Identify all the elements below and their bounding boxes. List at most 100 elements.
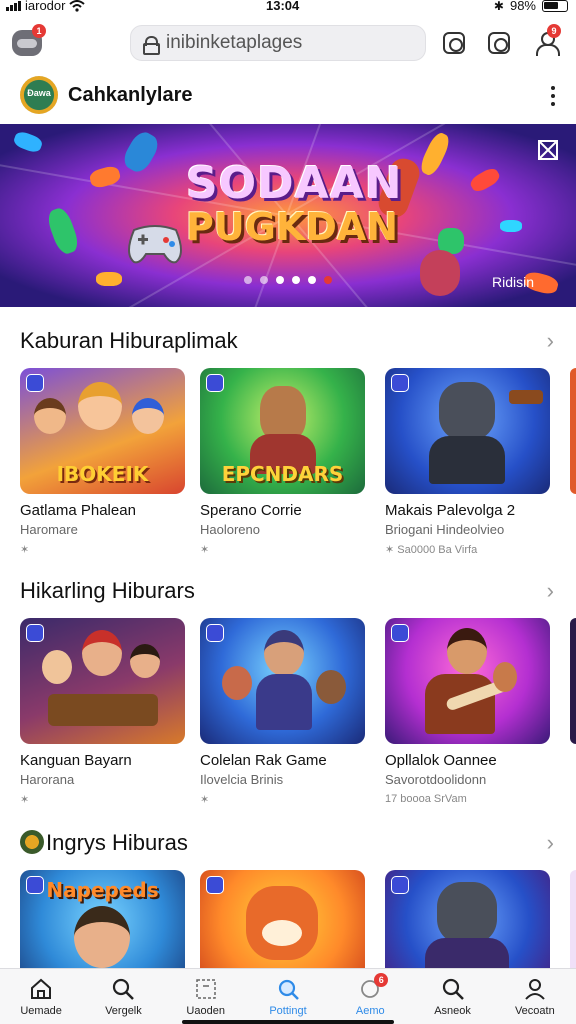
camera-button[interactable]: [486, 30, 512, 56]
notification-badge: 1: [32, 24, 46, 38]
game-thumbnail: [385, 870, 550, 968]
banner-title: SODAAN PUGKDAN: [186, 162, 402, 249]
hero-banner[interactable]: SODAAN PUGKDAN Ridisin: [0, 124, 576, 307]
game-card[interactable]: Kanguan Bayarn Harorana ✶: [20, 618, 185, 806]
profile-badge: 9: [547, 24, 561, 38]
game-thumbnail: [200, 870, 365, 968]
tag-icon: [391, 374, 409, 392]
search-bar[interactable]: [130, 25, 426, 61]
gamepad-app-icon[interactable]: 1: [12, 24, 46, 56]
next-card-peek[interactable]: [570, 618, 576, 744]
scan-button[interactable]: [441, 30, 467, 56]
nav-item-account[interactable]: Asneok: [411, 969, 493, 1024]
nav-label: Aemo: [355, 1005, 385, 1017]
nav-item-profile[interactable]: Vecoatn: [494, 969, 576, 1024]
tag-icon: [391, 624, 409, 642]
nav-label: Uemade: [20, 1005, 62, 1017]
search-active-icon: [278, 979, 299, 1000]
chevron-right-icon[interactable]: ›: [547, 328, 554, 354]
card-title: Kanguan Bayarn: [20, 752, 132, 769]
bookmark-close-icon[interactable]: [538, 140, 558, 160]
nav-item-home[interactable]: Uemade: [0, 969, 82, 1024]
profile-button[interactable]: 9: [533, 24, 561, 56]
card-title: Makais Palevolga 2: [385, 502, 516, 519]
tag-icon: [26, 374, 44, 392]
card-subtitle: Haoloreno: [200, 522, 260, 537]
next-card-peek[interactable]: [570, 368, 576, 494]
nav-label: Vergelk: [105, 1005, 142, 1017]
nav-item-active[interactable]: Pottingt: [247, 969, 329, 1024]
game-thumbnail: [200, 618, 365, 744]
banner-title-line2: PUGKDAN: [186, 205, 399, 249]
camera-icon: [488, 32, 510, 54]
signal-icon: [6, 0, 21, 11]
card-subtitle: Harorana: [20, 772, 75, 787]
game-card[interactable]: [385, 870, 550, 968]
thumbnail-title: IBOKEIK: [56, 462, 149, 486]
bluetooth-icon: ✱: [493, 0, 504, 13]
game-thumbnail: Napepeds: [20, 870, 185, 968]
section-title: Kaburan Hiburaplimak: [20, 328, 238, 353]
game-thumbnail: EPCNDARS: [200, 368, 365, 494]
game-card[interactable]: Opllalok Oannee Savorotdoolidonn 17 booo…: [385, 618, 550, 805]
game-emblem-icon: [20, 830, 44, 854]
nav-label: Uaoden: [186, 1005, 225, 1017]
store-logo[interactable]: Đawa: [20, 76, 58, 114]
game-card[interactable]: Napepeds: [20, 870, 185, 968]
battery-icon: [542, 0, 568, 12]
game-card[interactable]: IBOKEIK Gatlama Phalean Haromare ✶: [20, 368, 185, 556]
section-2: Hikarling Hiburars › Kanguan Bayarn Haro…: [0, 570, 576, 810]
bottom-nav: Uemade Vergelk Uaoden Pottingt 6 Aemo As…: [0, 968, 576, 1024]
carousel-dots[interactable]: [244, 276, 332, 284]
card-subtitle: Savorotdoolidonn: [385, 772, 487, 787]
tag-icon: [206, 624, 224, 642]
game-card[interactable]: Makais Palevolga 2 Briogani Hindeolvieo …: [385, 368, 550, 556]
section-title: Ingrys Hiburas: [46, 830, 188, 855]
banner-link[interactable]: Ridisin: [492, 274, 534, 290]
search-icon: [442, 978, 464, 1000]
chevron-right-icon[interactable]: ›: [547, 578, 554, 604]
tag-icon: [206, 876, 224, 894]
nav-label: Asneok: [434, 1005, 471, 1017]
home-indicator[interactable]: [182, 1020, 394, 1024]
lock-icon: [143, 35, 160, 55]
game-card[interactable]: [200, 870, 365, 968]
card-meta: ✶: [20, 794, 30, 806]
carrier-group: iarodor: [6, 0, 86, 13]
nav-item-messages[interactable]: 6 Aemo: [329, 969, 411, 1024]
frame-icon: [195, 979, 216, 999]
home-icon: [31, 978, 52, 999]
chevron-right-icon[interactable]: ›: [547, 830, 554, 856]
card-subtitle: Haromare: [20, 522, 78, 537]
messages-badge: 6: [374, 973, 389, 987]
search-input[interactable]: [166, 32, 406, 54]
status-bar: iarodor 13:04 ✱ 98%: [0, 0, 576, 14]
store-logo-text: Đawa: [27, 88, 51, 98]
status-right: ✱ 98%: [494, 0, 568, 13]
search-icon: [113, 978, 135, 1000]
tag-icon: [26, 624, 44, 642]
section-title: Hikarling Hiburars: [20, 578, 195, 603]
nav-item-search[interactable]: Vergelk: [82, 969, 164, 1024]
next-card-peek[interactable]: [570, 870, 576, 968]
game-card[interactable]: Colelan Rak Game Ilovelcia Brinis ✶: [200, 618, 365, 806]
game-thumbnail: IBOKEIK: [20, 368, 185, 494]
game-thumbnail: [385, 368, 550, 494]
card-title: Opllalok Oannee: [385, 752, 497, 769]
card-meta: ✶: [200, 794, 210, 806]
thumbnail-title: Napepeds: [46, 878, 159, 902]
game-card[interactable]: EPCNDARS Sperano Corrie Haoloreno ✶: [200, 368, 365, 556]
more-options-icon[interactable]: [550, 86, 556, 106]
tag-icon: [206, 374, 224, 392]
carrier-label: iarodor: [25, 0, 66, 13]
card-meta: 17 boooa SrVam: [385, 793, 467, 805]
nav-label: Pottingt: [269, 1005, 307, 1017]
card-title: Colelan Rak Game: [200, 752, 327, 769]
card-subtitle: Ilovelcia Brinis: [200, 772, 284, 787]
card-title: Sperano Corrie: [200, 502, 302, 519]
scan-icon: [443, 32, 465, 54]
game-thumbnail: [385, 618, 550, 744]
nav-item-updates[interactable]: Uaoden: [165, 969, 247, 1024]
card-meta: ✶ Sa0000 Ba Virfa: [385, 544, 478, 556]
store-header: Đawa Cahkanlylare: [0, 70, 576, 122]
